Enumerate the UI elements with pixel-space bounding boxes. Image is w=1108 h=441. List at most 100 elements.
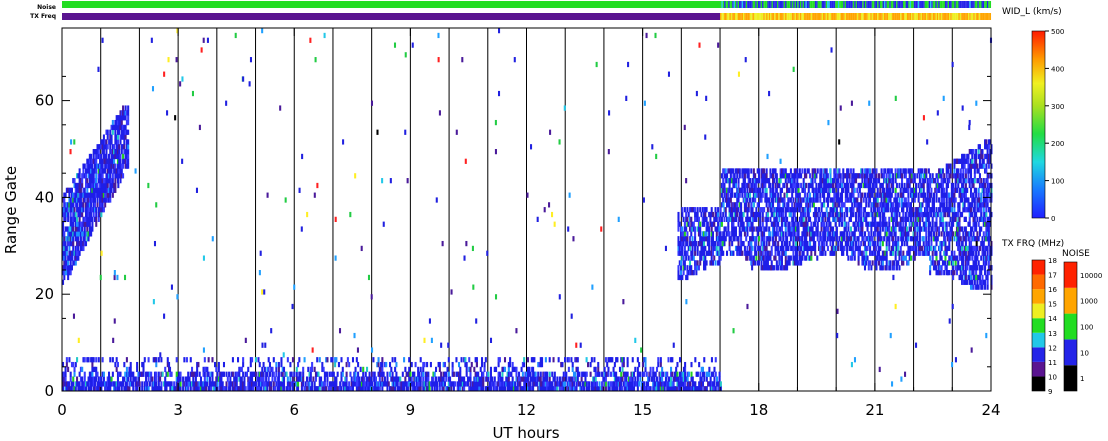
echo-cell	[309, 376, 312, 382]
echo-cell	[93, 197, 96, 203]
echo-cell	[798, 250, 801, 256]
echo-cell	[419, 357, 422, 363]
echo-cell	[217, 361, 220, 368]
echo-cell	[127, 110, 130, 116]
echo-cell	[792, 216, 795, 222]
echo-cell	[429, 361, 432, 368]
echo-cell	[302, 371, 305, 377]
echo-cell	[491, 376, 494, 382]
echo-cell	[371, 381, 374, 387]
echo-cell	[883, 173, 886, 179]
echo-cell	[183, 357, 186, 363]
echo-cell	[493, 376, 496, 382]
echo-cell	[83, 163, 86, 169]
echo-cell	[851, 255, 854, 261]
echo-cell	[340, 376, 343, 382]
echo-cell	[774, 255, 777, 261]
echo-cell	[475, 357, 478, 363]
echo-cell	[918, 216, 921, 222]
echo-cell	[746, 226, 749, 232]
echo-cell	[302, 366, 305, 373]
echo-cell	[275, 366, 278, 373]
echo-cell	[807, 211, 810, 218]
echo-cell	[113, 144, 116, 150]
echo-cell	[944, 236, 947, 242]
echo-cell	[742, 240, 745, 247]
echo-cell	[870, 207, 873, 213]
echo-cell	[941, 182, 944, 189]
echo-cell	[848, 173, 851, 179]
echo-cell	[203, 376, 206, 382]
echo-cell	[847, 187, 850, 193]
echo-cell	[906, 207, 909, 213]
echo-cell	[70, 187, 73, 193]
echo-cell	[925, 231, 928, 237]
echo-cell	[843, 202, 846, 208]
echo-cell	[852, 182, 855, 189]
echo-cell	[728, 182, 731, 189]
echo-cell	[713, 221, 716, 227]
echo-cell	[63, 236, 66, 242]
echo-cell	[465, 371, 468, 377]
echo-cell	[482, 376, 485, 382]
echo-cell	[935, 265, 938, 271]
echo-cell	[792, 250, 795, 256]
echo-cell	[535, 381, 538, 387]
echo-cell	[902, 236, 905, 242]
echo-cell	[268, 371, 271, 377]
echo-cell	[734, 231, 737, 237]
echo-cell	[777, 240, 780, 247]
echo-cell	[775, 260, 778, 266]
echo-cell	[852, 240, 855, 247]
echo-cell	[953, 236, 956, 242]
echo-cell	[737, 197, 740, 203]
echo-cell	[469, 376, 472, 382]
echo-cell	[745, 236, 748, 242]
echo-cell	[87, 236, 90, 242]
echo-cell	[788, 240, 791, 247]
echo-cell	[740, 231, 743, 237]
echo-cell	[909, 202, 912, 208]
echo-cell	[881, 240, 884, 247]
echo-cell	[949, 168, 952, 174]
echo-cell	[816, 236, 819, 242]
echo-cell	[884, 216, 887, 222]
echo-cell	[907, 260, 910, 266]
echo-cell	[876, 202, 879, 208]
echo-cell	[148, 381, 151, 387]
echo-cell	[915, 187, 918, 193]
echo-cell	[809, 240, 812, 247]
echo-cell	[903, 240, 906, 247]
echo-cell	[696, 211, 699, 218]
echo-cell	[840, 207, 844, 213]
echo-cell	[747, 221, 750, 227]
echo-cell	[869, 168, 872, 174]
echo-cell	[523, 361, 526, 368]
echo-cell	[116, 139, 119, 145]
echo-cell	[659, 357, 662, 363]
echo-cell	[843, 211, 846, 218]
echo-cell	[579, 381, 582, 387]
echo-cell	[245, 371, 248, 377]
echo-cell	[918, 231, 921, 237]
echo-cell	[88, 221, 91, 227]
echo-cell	[881, 182, 884, 189]
echo-cell	[73, 178, 76, 184]
echo-cell	[621, 366, 624, 373]
echo-cell	[105, 153, 108, 160]
echo-cell	[696, 207, 699, 213]
echo-cell	[775, 173, 778, 179]
echo-cell	[286, 376, 289, 382]
echo-cell	[91, 371, 94, 377]
echo-cell	[852, 245, 855, 252]
echo-cell	[810, 250, 813, 256]
echo-cell	[567, 357, 570, 363]
echo-cell	[731, 211, 734, 218]
echo-cell	[497, 361, 500, 368]
echo-cell	[893, 260, 896, 266]
echo-cell	[908, 182, 911, 189]
echo-cell	[888, 245, 891, 252]
echo-cell	[72, 245, 75, 252]
echo-cell	[798, 192, 801, 198]
echo-cell	[936, 211, 939, 218]
